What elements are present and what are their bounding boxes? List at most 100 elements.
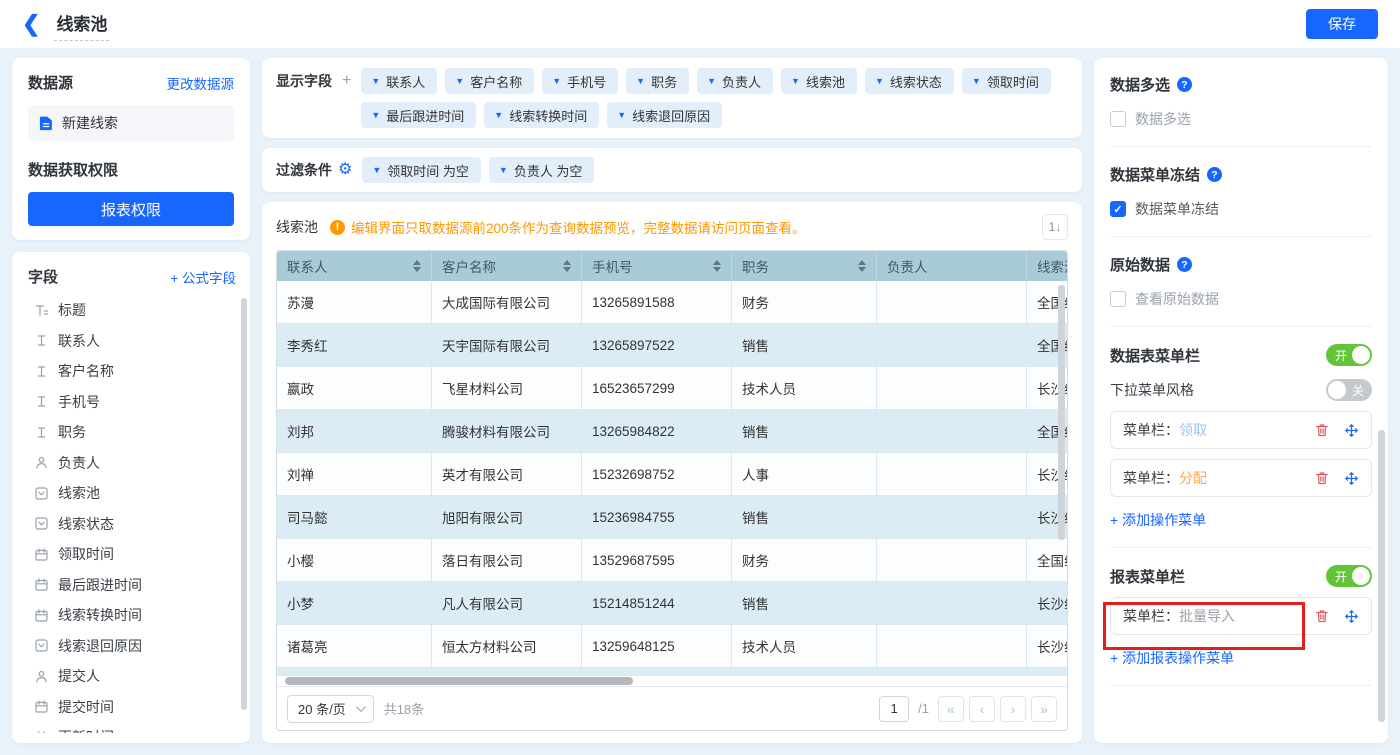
datasource-panel: 数据源 更改数据源 新建线索 数据获取权限 报表权限	[12, 58, 250, 240]
column-header-label: 客户名称	[442, 256, 496, 276]
field-item[interactable]: 线索状态	[28, 509, 236, 540]
add-report-menu-link[interactable]: + 添加报表操作菜单	[1110, 648, 1372, 668]
table-row[interactable]: 小梦凡人有限公司15214851244销售长沙线索	[277, 582, 1067, 625]
raw-data-checkbox[interactable]	[1110, 291, 1126, 307]
sort-icon[interactable]	[413, 260, 421, 272]
field-item[interactable]: 线索转换时间	[28, 600, 236, 631]
field-item[interactable]: 负责人	[28, 448, 236, 479]
report-menu-item[interactable]: 菜单栏：批量导入	[1110, 597, 1372, 635]
display-field-chip[interactable]: ▼手机号	[542, 68, 618, 94]
column-header[interactable]: 客户名称	[432, 251, 582, 281]
multi-select-checkbox[interactable]	[1110, 111, 1126, 127]
filter-condition-chip[interactable]: ▼负责人 为空	[489, 157, 595, 183]
field-item[interactable]: 领取时间	[28, 539, 236, 570]
display-fields-panel: 显示字段 + ▼联系人▼客户名称▼手机号▼职务▼负责人▼线索池▼线索状态▼领取时…	[262, 58, 1082, 138]
move-icon[interactable]	[1344, 423, 1359, 438]
column-header[interactable]: 手机号	[582, 251, 732, 281]
gear-icon[interactable]: ⚙	[338, 157, 352, 183]
table-vertical-scrollbar[interactable]	[1058, 285, 1065, 540]
report-permission-button[interactable]: 报表权限	[28, 192, 234, 226]
display-field-chip[interactable]: ▼负责人	[697, 68, 773, 94]
table-cell	[877, 367, 1027, 410]
save-button[interactable]: 保存	[1306, 9, 1378, 39]
table-row[interactable]: 苏漫大成国际有限公司13265891588财务全国线索	[277, 281, 1067, 324]
current-page-input[interactable]: 1	[879, 696, 909, 722]
field-item[interactable]: 提交时间	[28, 692, 236, 723]
display-field-chip[interactable]: ▼客户名称	[445, 68, 534, 94]
dropdown-style-toggle[interactable]: 关	[1326, 379, 1372, 401]
chevron-down-icon: ▼	[499, 165, 508, 175]
table-menu-item[interactable]: 菜单栏：领取	[1110, 411, 1372, 449]
page-size-select[interactable]: 20 条/页	[287, 695, 374, 723]
field-item[interactable]: 线索池	[28, 478, 236, 509]
table-row[interactable]: 小樱落日有限公司13529687595财务全国线索	[277, 539, 1067, 582]
display-field-chip[interactable]: ▼联系人	[361, 68, 437, 94]
add-action-menu-link[interactable]: + 添加操作菜单	[1110, 510, 1372, 530]
prev-page-button[interactable]: ‹	[969, 696, 995, 722]
table-row[interactable]: 刘禅英才有限公司15232698752人事长沙线索	[277, 453, 1067, 496]
table-row[interactable]: 刘邦腾骏材料有限公司13265984822销售全国线索	[277, 410, 1067, 453]
add-display-field-button[interactable]: +	[342, 68, 351, 94]
datasource-item[interactable]: 新建线索	[28, 105, 234, 141]
add-formula-field-link[interactable]: + 公式字段	[170, 267, 236, 287]
trash-icon[interactable]	[1314, 470, 1330, 486]
move-icon[interactable]	[1344, 471, 1359, 486]
field-item[interactable]: 线索退回原因	[28, 631, 236, 662]
horizontal-scrollbar[interactable]	[285, 677, 633, 685]
last-page-button[interactable]: »	[1031, 696, 1057, 722]
field-item[interactable]: 手机号	[28, 387, 236, 418]
field-item[interactable]: 提交人	[28, 661, 236, 692]
chevron-down-icon: ▼	[707, 76, 716, 86]
field-item[interactable]: 联系人	[28, 326, 236, 357]
field-item[interactable]: 职务	[28, 417, 236, 448]
next-page-button[interactable]: ›	[1000, 696, 1026, 722]
field-item[interactable]: 标题	[28, 295, 236, 326]
table-menu-toggle[interactable]: 开	[1326, 344, 1372, 366]
sort-icon[interactable]	[563, 260, 571, 272]
table-row[interactable]: 诸葛亮恒太方材料公司13259648125技术人员长沙线索	[277, 625, 1067, 668]
table-cell: 16523657299	[582, 367, 732, 410]
display-fields-label: 显示字段	[276, 68, 332, 94]
display-field-chip[interactable]: ▼线索状态	[865, 68, 954, 94]
display-field-chip[interactable]: ▼领取时间	[962, 68, 1051, 94]
display-field-chip[interactable]: ▼职务	[626, 68, 689, 94]
sort-icon[interactable]	[858, 260, 866, 272]
column-header[interactable]: 联系人	[277, 251, 432, 281]
raw-data-title: 原始数据	[1110, 254, 1170, 275]
menu-freeze-checkbox[interactable]	[1110, 201, 1126, 217]
chevron-down-icon: ▼	[875, 76, 884, 86]
report-menu-toggle[interactable]: 开	[1326, 565, 1372, 587]
back-icon[interactable]: ❮	[22, 13, 40, 35]
help-icon[interactable]	[1207, 167, 1222, 182]
display-field-chip[interactable]: ▼线索转换时间	[484, 102, 599, 128]
filter-condition-chip[interactable]: ▼领取时间 为空	[362, 157, 481, 183]
sort-icon[interactable]	[713, 260, 721, 272]
chevron-down-icon: ▼	[972, 76, 981, 86]
trash-icon[interactable]	[1314, 608, 1330, 624]
table-row[interactable]: 司马懿旭阳有限公司15236984755销售长沙线索	[277, 496, 1067, 539]
column-header[interactable]: 负责人	[877, 251, 1027, 281]
display-field-chip[interactable]: ▼最后跟进时间	[361, 102, 476, 128]
settings-scrollbar[interactable]	[1378, 430, 1385, 722]
display-field-chip[interactable]: ▼线索池	[781, 68, 857, 94]
table-row[interactable]: 嬴政飞星材料公司16523657299技术人员长沙线索	[277, 367, 1067, 410]
table-menu-item[interactable]: 菜单栏：分配	[1110, 459, 1372, 497]
field-item[interactable]: 最后跟进时间	[28, 570, 236, 601]
move-icon[interactable]	[1344, 609, 1359, 624]
display-field-chip[interactable]: ▼线索退回原因	[607, 102, 722, 128]
table-row[interactable]: 李秀红天宇国际有限公司13265897522销售全国线索	[277, 324, 1067, 367]
fields-scrollbar[interactable]	[241, 298, 247, 710]
report-menu-title: 报表菜单栏	[1110, 566, 1185, 587]
column-header[interactable]: 线索池	[1027, 251, 1067, 281]
help-icon[interactable]	[1177, 257, 1192, 272]
column-header[interactable]: 职务	[732, 251, 877, 281]
filter-panel: 过滤条件 ⚙ ▼领取时间 为空▼负责人 为空	[262, 148, 1082, 192]
field-item[interactable]: 客户名称	[28, 356, 236, 387]
change-datasource-link[interactable]: 更改数据源	[167, 73, 235, 93]
trash-icon[interactable]	[1314, 422, 1330, 438]
display-field-chip-label: 客户名称	[470, 72, 522, 91]
sort-order-icon[interactable]: 1↓	[1042, 214, 1068, 240]
first-page-button[interactable]: «	[938, 696, 964, 722]
field-item[interactable]: 更新时间	[28, 722, 236, 733]
help-icon[interactable]	[1177, 77, 1192, 92]
